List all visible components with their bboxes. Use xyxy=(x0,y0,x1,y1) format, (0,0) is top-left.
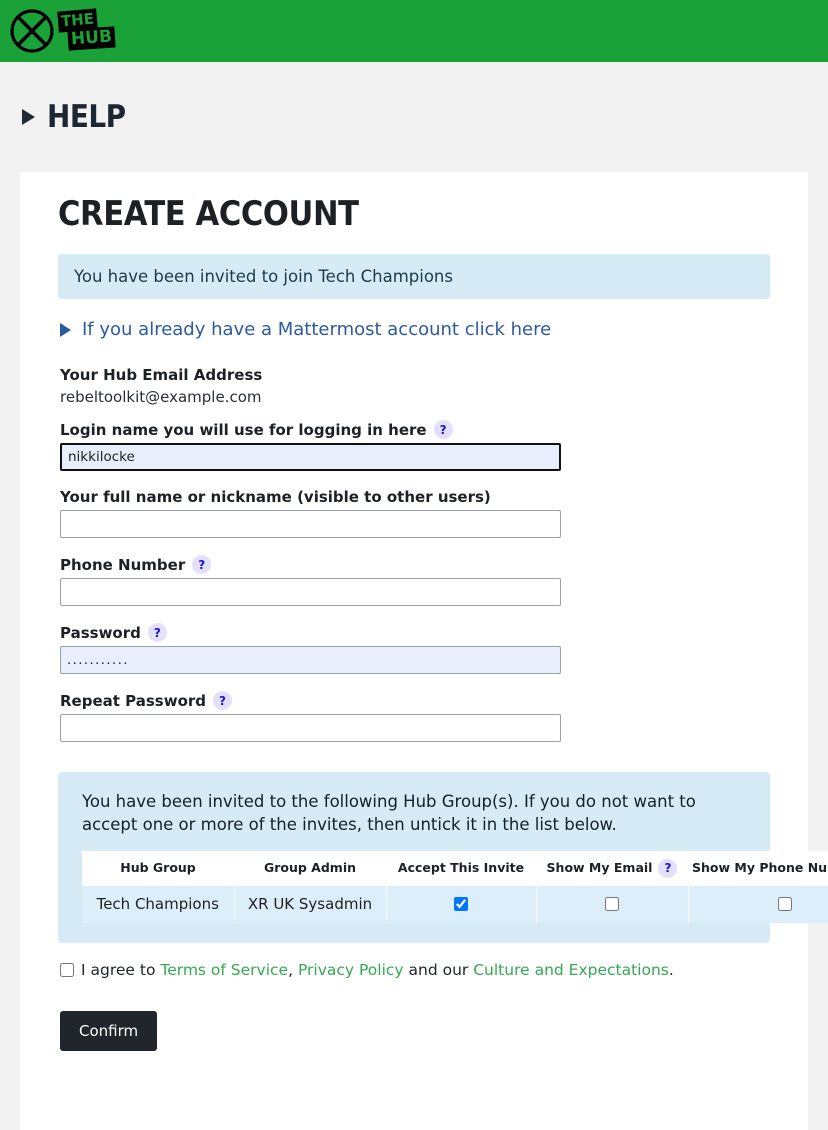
column-header-label: Show My Phone Number xyxy=(692,860,828,876)
hub-email-value: rebeltoolkit@example.com xyxy=(60,388,262,406)
repeat-password-label-text: Repeat Password xyxy=(60,691,207,710)
mattermost-link-label: If you already have a Mattermost account… xyxy=(82,319,552,340)
repeat-password-input[interactable] xyxy=(60,714,561,742)
wordmark-hub: HUB xyxy=(67,26,116,51)
table-row: Tech Champions XR UK Sysadmin xyxy=(82,885,828,924)
help-icon[interactable]: ? xyxy=(213,691,233,710)
login-name-label: Login name you will use for logging in h… xyxy=(60,420,770,439)
cell-show-email xyxy=(535,885,689,924)
hub-email-label: Your Hub Email Address xyxy=(60,366,770,384)
terms-of-service-link[interactable]: Terms of Service xyxy=(160,961,288,979)
phone-number-label: Phone Number ? xyxy=(60,555,770,574)
extinction-rebellion-logo-icon xyxy=(10,9,54,53)
agreement-mid: and our xyxy=(403,961,474,980)
cell-group-admin: XR UK Sysadmin xyxy=(233,885,387,924)
help-icon[interactable]: ? xyxy=(192,555,212,574)
password-label-text: Password xyxy=(60,623,141,642)
agreement-checkbox[interactable] xyxy=(60,963,74,978)
accept-invite-checkbox[interactable] xyxy=(454,897,468,912)
hub-email-label-text: Your Hub Email Address xyxy=(60,366,263,384)
show-my-email-checkbox[interactable] xyxy=(605,897,619,912)
column-header-group-admin: Group Admin xyxy=(234,850,386,886)
agreement-prefix: I agree to xyxy=(81,961,161,980)
help-label: HELP xyxy=(47,99,126,135)
phone-number-input[interactable] xyxy=(60,578,561,606)
full-name-input[interactable] xyxy=(60,510,561,538)
help-disclosure-toggle[interactable]: HELP xyxy=(22,99,126,135)
column-header-label: Accept This Invite xyxy=(397,860,525,876)
full-name-label-text: Your full name or nickname (visible to o… xyxy=(60,488,491,506)
create-account-card: CREATE ACCOUNT You have been invited to … xyxy=(20,172,828,1130)
site-logo-link[interactable]: THE HUB xyxy=(8,7,116,55)
help-icon[interactable]: ? xyxy=(147,623,167,642)
column-header-hub-group: Hub Group xyxy=(82,850,234,886)
agreement-text: I agree to Terms of Service, Privacy Pol… xyxy=(81,961,674,979)
confirm-button[interactable]: Confirm xyxy=(60,1011,158,1052)
privacy-policy-link[interactable]: Privacy Policy xyxy=(298,961,404,979)
column-header-label: Group Admin xyxy=(263,860,357,876)
the-hub-wordmark: THE HUB xyxy=(57,8,116,53)
password-label: Password ? xyxy=(60,623,770,642)
culture-and-expectations-link[interactable]: Culture and Expectations xyxy=(473,961,669,979)
column-header-label: Hub Group xyxy=(120,860,196,876)
column-header-show-my-phone-number: Show My Phone Number ? xyxy=(688,850,828,886)
cell-hub-group: Tech Champions xyxy=(82,885,235,924)
help-icon[interactable]: ? xyxy=(433,420,453,439)
login-name-input[interactable] xyxy=(60,443,561,471)
invitation-alert: You have been invited to join Tech Champ… xyxy=(58,254,770,299)
hub-groups-table: Hub Group Group Admin Accept This Invite xyxy=(82,850,828,924)
show-my-phone-checkbox[interactable] xyxy=(778,897,793,912)
hub-groups-panel: You have been invited to the following H… xyxy=(58,772,828,944)
cell-accept-invite xyxy=(385,885,537,924)
agreement-row: I agree to Terms of Service, Privacy Pol… xyxy=(60,961,770,979)
full-name-label: Your full name or nickname (visible to o… xyxy=(60,488,770,506)
column-header-show-my-email: Show My Email ? xyxy=(536,850,688,886)
hub-groups-intro: You have been invited to the following H… xyxy=(82,792,696,835)
repeat-password-label: Repeat Password ? xyxy=(60,691,770,710)
site-header: THE HUB xyxy=(0,0,828,62)
agreement-sep: , xyxy=(288,961,298,980)
cell-show-phone xyxy=(687,885,828,924)
page-title: CREATE ACCOUNT xyxy=(58,194,359,234)
column-header-label: Show My Email xyxy=(546,860,653,876)
triangle-right-icon xyxy=(22,109,35,125)
phone-number-label-text: Phone Number xyxy=(60,555,186,574)
login-name-label-text: Login name you will use for logging in h… xyxy=(60,420,427,439)
help-icon[interactable]: ? xyxy=(658,858,678,878)
mattermost-account-link[interactable]: If you already have a Mattermost account… xyxy=(60,319,770,340)
table-header-row: Hub Group Group Admin Accept This Invite xyxy=(82,850,828,886)
agreement-suffix: . xyxy=(668,961,674,980)
column-header-accept-invite: Accept This Invite xyxy=(386,850,536,886)
help-strip: HELP xyxy=(0,62,828,172)
triangle-right-icon xyxy=(60,322,71,337)
password-input[interactable] xyxy=(60,646,561,674)
